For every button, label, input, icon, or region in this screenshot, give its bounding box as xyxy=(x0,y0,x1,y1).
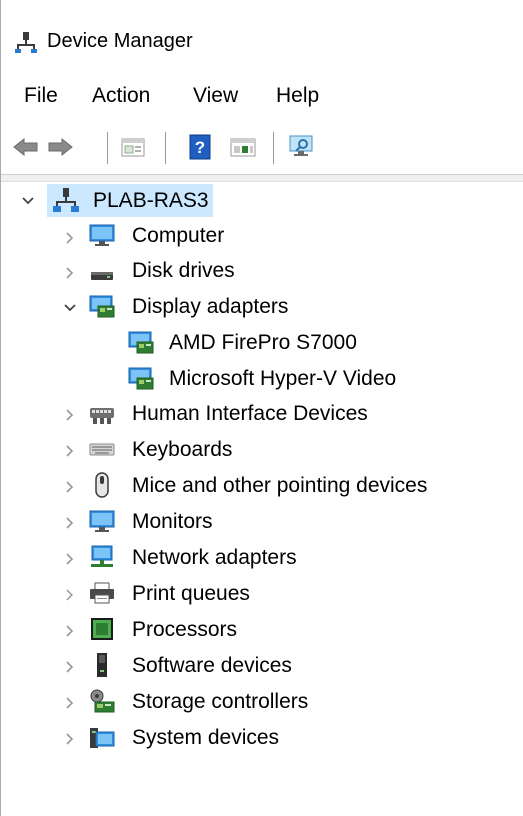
menu-view[interactable]: View xyxy=(191,84,240,108)
monitor-icon xyxy=(89,510,115,532)
tree-item-print-queues[interactable]: Print queues xyxy=(132,579,250,609)
svg-text:?: ? xyxy=(195,138,205,157)
back-icon xyxy=(13,137,38,157)
tree-item-computer[interactable]: Computer xyxy=(132,221,224,251)
menu-file[interactable]: File xyxy=(22,84,60,108)
keyboard-icon xyxy=(89,443,115,456)
toolbar-separator xyxy=(107,132,108,164)
tree-item-mice[interactable]: Mice and other pointing devices xyxy=(132,471,427,501)
tree-root-label[interactable]: PLAB-RAS3 xyxy=(93,186,209,216)
computer-network-icon xyxy=(53,188,79,212)
display-adapter-icon xyxy=(128,367,154,390)
properties-icon xyxy=(121,138,145,157)
update-driver-button[interactable] xyxy=(228,132,258,162)
toolbar: ? xyxy=(1,120,523,172)
display-adapter-icon xyxy=(89,295,115,318)
menu-action[interactable]: Action xyxy=(90,84,152,108)
toolbar-separator xyxy=(273,132,274,164)
menu-bar: File Action View Help xyxy=(1,76,523,116)
network-adapter-icon xyxy=(91,545,113,567)
tree-item-processors[interactable]: Processors xyxy=(132,615,237,645)
chevron-right-icon[interactable] xyxy=(62,551,78,567)
chevron-right-icon[interactable] xyxy=(62,659,78,675)
forward-button[interactable] xyxy=(45,132,75,162)
device-manager-window: Device Manager File Action View Help ? P… xyxy=(0,0,523,816)
chevron-right-icon[interactable] xyxy=(62,515,78,531)
chevron-right-icon[interactable] xyxy=(62,623,78,639)
chevron-right-icon[interactable] xyxy=(62,265,78,281)
storage-controller-icon xyxy=(90,689,115,713)
display-adapter-icon xyxy=(128,331,154,354)
hid-icon xyxy=(90,408,114,424)
chevron-right-icon[interactable] xyxy=(62,407,78,423)
scan-hardware-button[interactable] xyxy=(286,132,316,162)
chevron-right-icon[interactable] xyxy=(62,695,78,711)
back-button[interactable] xyxy=(11,132,41,162)
pane-separator xyxy=(1,174,523,182)
tree-item-network-adapters[interactable]: Network adapters xyxy=(132,543,297,573)
tree-item-monitors[interactable]: Monitors xyxy=(132,507,213,537)
forward-icon xyxy=(48,137,73,157)
toolbar-separator xyxy=(165,132,166,164)
scan-hardware-icon xyxy=(289,135,313,156)
tree-item-storage-controllers[interactable]: Storage controllers xyxy=(132,687,308,717)
tree-item-amd-firepro[interactable]: AMD FirePro S7000 xyxy=(169,328,357,358)
monitor-icon xyxy=(89,224,115,246)
tree-item-human-interface-devices[interactable]: Human Interface Devices xyxy=(132,399,368,429)
window-title: Device Manager xyxy=(47,30,193,52)
update-driver-icon xyxy=(230,138,256,157)
tree-item-software-devices[interactable]: Software devices xyxy=(132,651,292,681)
menu-help[interactable]: Help xyxy=(274,84,321,108)
tree-item-disk-drives[interactable]: Disk drives xyxy=(132,256,235,286)
title-bar: Device Manager xyxy=(1,0,523,70)
chevron-down-icon[interactable] xyxy=(20,193,36,209)
device-manager-icon xyxy=(15,32,37,53)
tree-item-hyperv-video[interactable]: Microsoft Hyper-V Video xyxy=(169,364,396,394)
help-button[interactable]: ? xyxy=(185,132,215,162)
device-tree[interactable]: PLAB-RAS3 Computer Disk drives Display a… xyxy=(1,182,523,816)
properties-button[interactable] xyxy=(118,132,148,162)
chevron-right-icon[interactable] xyxy=(62,479,78,495)
tree-item-system-devices[interactable]: System devices xyxy=(132,723,279,753)
mouse-icon xyxy=(95,472,109,498)
processor-icon xyxy=(91,618,113,640)
chevron-down-icon[interactable] xyxy=(62,300,78,316)
tree-item-keyboards[interactable]: Keyboards xyxy=(132,435,232,465)
help-icon: ? xyxy=(189,134,211,160)
chevron-right-icon[interactable] xyxy=(62,731,78,747)
system-devices-icon xyxy=(90,728,115,748)
disk-drive-icon xyxy=(91,272,113,280)
tree-item-display-adapters[interactable]: Display adapters xyxy=(132,292,288,322)
printer-icon xyxy=(90,582,114,604)
software-device-icon xyxy=(97,653,107,677)
chevron-right-icon[interactable] xyxy=(62,443,78,459)
chevron-right-icon[interactable] xyxy=(62,230,78,246)
chevron-right-icon[interactable] xyxy=(62,587,78,603)
